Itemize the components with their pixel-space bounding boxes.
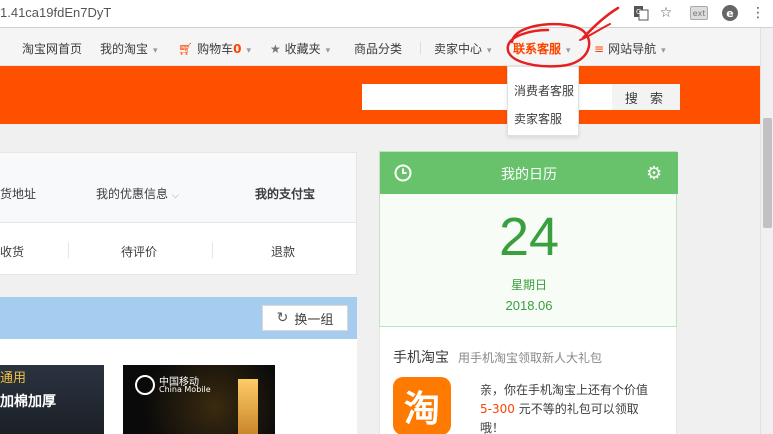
calendar-title: 我的日历 xyxy=(501,167,557,183)
nav-contact-service[interactable]: 联系客服 ▾ xyxy=(513,40,571,57)
thumb-brand-en: China Mobile xyxy=(159,385,211,394)
calendar-header: 我的日历 ⚙ xyxy=(380,152,678,194)
chevron-down-icon: ▾ xyxy=(153,46,158,56)
browser-address-bar[interactable]: 1.41ca19fdEn7DyT G ☆ ext e ⋮ xyxy=(0,0,773,28)
scrollbar-thumb[interactable] xyxy=(763,118,772,228)
nav-divider xyxy=(420,42,421,54)
calendar-card: 我的日历 ⚙ 24 星期日 2018.06 xyxy=(379,151,678,327)
account-row-primary: 货地址 我的优惠信息 ⌵ 我的支付宝 xyxy=(0,153,356,223)
search-button[interactable]: 搜 索 xyxy=(612,84,680,110)
mobile-taobao-title[interactable]: 手机淘宝 xyxy=(393,347,449,367)
nav-home-link[interactable]: 淘宝网首页 xyxy=(22,40,82,57)
calendar-day: 24 xyxy=(498,207,560,267)
chevron-down-icon: ▾ xyxy=(325,46,331,56)
nav-site-navigation[interactable]: ≡ 网站导航 ▾ xyxy=(594,40,666,57)
product-thumbnail[interactable]: 中国移动 China Mobile xyxy=(123,365,275,434)
page-scrollbar[interactable] xyxy=(760,28,773,434)
my-coupons-link[interactable]: 我的优惠信息 ⌵ xyxy=(96,185,179,202)
svg-text:G: G xyxy=(636,8,641,16)
product-thumbnail[interactable]: 通用 加棉加厚 xyxy=(0,365,104,434)
chevron-down-icon: ▾ xyxy=(246,46,251,56)
nav-my-taobao[interactable]: 我的淘宝 ▾ xyxy=(100,40,158,57)
star-icon: ★ xyxy=(270,42,281,56)
taobao-app-icon[interactable]: 淘 xyxy=(393,377,451,434)
chevron-down-icon: ▾ xyxy=(487,46,492,56)
refresh-icon: ↻ xyxy=(276,310,289,326)
refund-link[interactable]: 退款 xyxy=(271,243,295,260)
mobile-taobao-subtitle: 用手机淘宝领取新人大礼包 xyxy=(458,351,603,365)
dropdown-item-seller-service[interactable]: 卖家客服 xyxy=(514,110,562,127)
my-alipay-link[interactable]: 我的支付宝 xyxy=(255,185,315,202)
site-top-nav: 淘宝网首页 我的淘宝 ▾ 🛒︎ 购物车0 ▾ ★ 收藏夹 ▾ 商品分类 卖家中心 ▾ 联… xyxy=(0,28,773,66)
nav-categories[interactable]: 商品分类 xyxy=(354,40,402,57)
promo-text: 亲，你在手机淘宝上还有个价值 5-300 元不等的礼包可以领取哦！ xyxy=(480,383,649,434)
chevron-down-icon: ▾ xyxy=(661,46,666,56)
shipping-address-link[interactable]: 货地址 xyxy=(0,185,36,202)
nav-seller-center[interactable]: 卖家中心 ▾ xyxy=(434,40,492,57)
browser-menu-icon[interactable]: ⋮ xyxy=(749,4,767,22)
contact-service-dropdown: 消费者客服 卖家客服 xyxy=(507,66,579,136)
nav-cart[interactable]: 🛒︎ 购物车0 ▾ xyxy=(178,40,251,57)
cart-icon: 🛒︎ xyxy=(178,42,194,56)
extension-e-icon[interactable]: e xyxy=(722,5,738,21)
bookmark-star-icon[interactable]: ☆ xyxy=(657,4,675,22)
url-text[interactable]: 1.41ca19fdEn7DyT xyxy=(0,5,111,20)
account-info-card: 货地址 我的优惠信息 ⌵ 我的支付宝 收货 待评价 退款 xyxy=(0,152,357,275)
menu-icon: ≡ xyxy=(594,42,605,56)
thumb-text: 加棉加厚 xyxy=(0,394,56,410)
extension-icon[interactable]: ext xyxy=(690,6,708,20)
recommend-header: ↻ 换一组 xyxy=(0,297,357,339)
promo-amount: 5-300 xyxy=(480,402,515,416)
nav-favorites[interactable]: ★ 收藏夹 ▾ xyxy=(270,40,330,57)
calendar-weekday: 星期日 xyxy=(510,278,547,292)
dropdown-item-consumer-service[interactable]: 消费者客服 xyxy=(514,82,574,99)
divider xyxy=(68,242,69,258)
to-review-link[interactable]: 待评价 xyxy=(121,243,157,260)
building-illustration xyxy=(238,379,258,434)
chevron-down-icon: ▾ xyxy=(566,46,571,56)
recommend-panel: ↻ 换一组 通用 加棉加厚 中国移动 China Mobile xyxy=(0,297,357,434)
chevron-down-icon: ⌵ xyxy=(172,191,179,201)
gear-icon[interactable]: ⚙ xyxy=(646,163,662,184)
calendar-month: 2018.06 xyxy=(505,298,553,313)
china-mobile-logo-icon xyxy=(135,375,155,395)
thumb-text: 通用 xyxy=(0,371,27,386)
mobile-taobao-card: 手机淘宝 用手机淘宝领取新人大礼包 淘 亲，你在手机淘宝上还有个价值 5-300… xyxy=(379,327,677,434)
swap-group-button[interactable]: ↻ 换一组 xyxy=(262,305,348,331)
to-receive-link[interactable]: 收货 xyxy=(0,243,24,260)
divider xyxy=(212,242,213,258)
translate-icon[interactable]: G xyxy=(632,4,650,22)
cart-count: 0 xyxy=(233,42,242,56)
